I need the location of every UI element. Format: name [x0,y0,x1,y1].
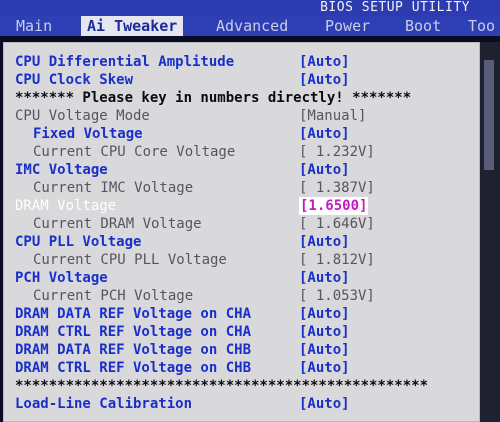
setting-imc-voltage[interactable]: IMC Voltage [Auto] [3,161,480,179]
setting-label: DRAM Voltage [15,198,117,214]
setting-label: CPU Differential Amplitude [15,54,235,70]
info-label: Current CPU PLL Voltage [33,252,227,268]
setting-dram-voltage[interactable]: DRAM Voltage [1.6500] [3,197,480,215]
setting-label: DRAM DATA REF Voltage on CHA [15,306,252,322]
setting-value[interactable]: [Auto] [299,125,350,143]
setting-value[interactable]: [Auto] [299,269,350,287]
info-label: Current CPU Core Voltage [33,144,236,160]
setting-label: DRAM CTRL REF Voltage on CHA [15,324,252,340]
info-label: Current IMC Voltage [33,180,194,196]
tab-tool[interactable]: Too [462,16,500,36]
settings-panel: CPU Differential Amplitude [Auto] CPU Cl… [3,42,480,422]
tab-boot[interactable]: Boot [399,16,447,36]
info-label: Current PCH Voltage [33,288,194,304]
setting-dram-ctrl-ref-chb[interactable]: DRAM CTRL REF Voltage on CHB [Auto] [3,359,480,377]
tab-power[interactable]: Power [319,16,376,36]
setting-pch-voltage[interactable]: PCH Voltage [Auto] [3,269,480,287]
info-current-pch-voltage: Current PCH Voltage [ 1.053V] [3,287,480,305]
info-value: [ 1.053V] [299,288,375,304]
info-value: [ 1.387V] [299,180,375,196]
setting-value[interactable]: [Manual] [299,107,366,125]
setting-label: CPU Voltage Mode [15,108,150,124]
info-current-cpu-pll-voltage: Current CPU PLL Voltage [ 1.812V] [3,251,480,269]
title-bar: BIOS SETUP UTILITY [0,0,500,16]
notice-text: ******* Please key in numbers directly! … [15,90,412,106]
dram-voltage-input[interactable]: [1.6500] [299,197,369,215]
setting-value[interactable]: [Auto] [299,341,350,359]
info-label: Current DRAM Voltage [33,216,202,232]
setting-label: CPU Clock Skew [15,72,134,88]
setting-cpu-pll-voltage[interactable]: CPU PLL Voltage [Auto] [3,233,480,251]
info-value: [ 1.646V] [299,216,375,232]
setting-label: Fixed Voltage [33,126,143,142]
setting-value[interactable]: [Auto] [299,161,350,179]
tab-ai-tweaker[interactable]: Ai Tweaker [81,16,184,36]
setting-label: DRAM DATA REF Voltage on CHB [15,342,252,358]
setting-label: CPU PLL Voltage [15,234,142,250]
setting-value[interactable]: [Auto] [299,233,350,251]
scrollbar-thumb[interactable] [484,60,494,170]
setting-value[interactable]: [Auto] [299,395,350,413]
setting-label: PCH Voltage [15,270,108,286]
setting-fixed-voltage[interactable]: Fixed Voltage [Auto] [3,125,480,143]
setting-dram-data-ref-chb[interactable]: DRAM DATA REF Voltage on CHB [Auto] [3,341,480,359]
separator-text: ****************************************… [15,378,429,394]
setting-label: DRAM CTRL REF Voltage on CHB [15,360,252,376]
setting-cpu-differential-amplitude[interactable]: CPU Differential Amplitude [Auto] [3,53,480,71]
setting-cpu-voltage-mode[interactable]: CPU Voltage Mode [Manual] [3,107,480,125]
info-current-imc-voltage: Current IMC Voltage [ 1.387V] [3,179,480,197]
info-current-dram-voltage: Current DRAM Voltage [ 1.646V] [3,215,480,233]
setting-value[interactable]: [Auto] [299,305,350,323]
setting-cpu-clock-skew[interactable]: CPU Clock Skew [Auto] [3,71,480,89]
setting-value[interactable]: [Auto] [299,71,350,89]
setting-label: Load-Line Calibration [15,396,193,412]
setting-value[interactable]: [Auto] [299,359,350,377]
setting-dram-ctrl-ref-cha[interactable]: DRAM CTRL REF Voltage on CHA [Auto] [3,323,480,341]
setting-value[interactable]: [Auto] [299,53,350,71]
window-title: BIOS SETUP UTILITY [320,0,470,15]
info-value: [ 1.232V] [299,144,375,160]
tab-advanced[interactable]: Advanced [210,16,294,36]
setting-dram-data-ref-cha[interactable]: DRAM DATA REF Voltage on CHA [Auto] [3,305,480,323]
setting-label: IMC Voltage [15,162,108,178]
separator-line: ****************************************… [3,377,480,395]
setting-load-line-calibration[interactable]: Load-Line Calibration [Auto] [3,395,480,413]
tab-bar: Main Ai Tweaker Advanced Power Boot Too [0,16,500,36]
info-current-cpu-core-voltage: Current CPU Core Voltage [ 1.232V] [3,143,480,161]
setting-value[interactable]: [Auto] [299,323,350,341]
tab-main[interactable]: Main [10,16,58,36]
info-value: [ 1.812V] [299,252,375,268]
notice-line: ******* Please key in numbers directly! … [3,89,480,107]
